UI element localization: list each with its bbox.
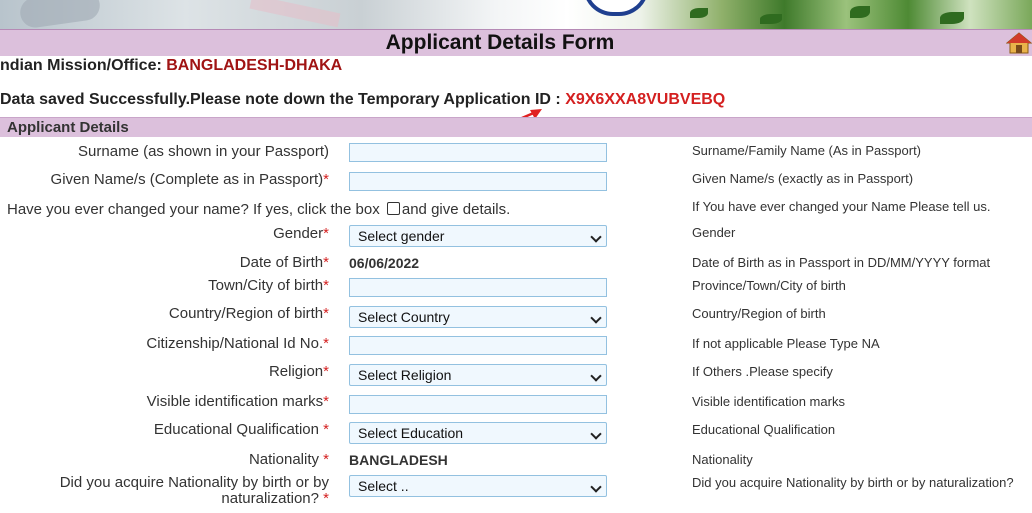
nationality-label-text: Nationality [248, 451, 324, 468]
country-select[interactable]: Select Country [349, 306, 607, 328]
leaf-graphic [940, 12, 964, 24]
mission-value: BANGLADESH-DHAKA [166, 57, 343, 74]
leaf-graphic [760, 14, 782, 24]
given-name-help: Given Name/s (exactly as in Passport) [692, 171, 914, 186]
nationality-help: Nationality [692, 452, 753, 467]
required-marker: * [323, 421, 329, 438]
country-help: Country/Region of birth [692, 306, 826, 321]
acquire-select[interactable]: Select .. [349, 475, 607, 497]
section-title: Applicant Details [7, 119, 129, 136]
citizenship-help: If not applicable Please Type NA [692, 336, 880, 351]
nationality-value: BANGLADESH [349, 452, 448, 468]
required-marker: * [323, 393, 329, 410]
given-name-input[interactable] [349, 172, 607, 191]
citizenship-label: Citizenship/National Id No.* [146, 335, 329, 353]
header-banner [0, 0, 1032, 29]
surname-label: Surname (as shown in your Passport) [78, 143, 329, 161]
dob-label: Date of Birth* [240, 254, 329, 272]
marks-help: Visible identification marks [692, 394, 845, 409]
gender-select-value: Select gender [358, 228, 445, 244]
given-name-label: Given Name/s (Complete as in Passport)* [51, 171, 329, 189]
acquire-label-line1: Did you acquire Nationality by birth or … [59, 474, 329, 491]
changed-name-text-after: and give details. [401, 201, 511, 218]
town-label-text: Town/City of birth [208, 277, 324, 294]
citizenship-input[interactable] [349, 336, 607, 355]
education-help: Educational Qualification [692, 422, 836, 437]
home-icon[interactable] [1005, 32, 1032, 54]
saved-message: Data saved Successfully.Please note down… [0, 91, 566, 108]
education-label-text: Educational Qualification [153, 421, 324, 438]
nationality-label: Nationality * [249, 451, 329, 469]
required-marker: * [323, 335, 329, 352]
required-marker: * [323, 490, 329, 507]
country-label-text: Country/Region of birth [168, 305, 324, 322]
given-name-label-text: Given Name/s (Complete as in Passport) [50, 171, 324, 188]
surname-help: Surname/Family Name (As in Passport) [692, 143, 922, 158]
religion-select[interactable]: Select Religion [349, 364, 607, 386]
gender-label: Gender* [273, 225, 329, 243]
required-marker: * [323, 277, 329, 294]
chevron-down-icon [590, 370, 602, 382]
religion-help: If Others .Please specify [692, 364, 833, 379]
religion-label-text: Religion [268, 363, 324, 380]
gender-select[interactable]: Select gender [349, 225, 607, 247]
education-label: Educational Qualification * [154, 421, 329, 439]
leaf-graphic [690, 8, 708, 18]
dob-label-text: Date of Birth [239, 254, 324, 271]
education-select-value: Select Education [358, 425, 464, 441]
dob-value: 06/06/2022 [349, 255, 420, 271]
gender-help: Gender [692, 225, 736, 240]
required-marker: * [323, 225, 329, 242]
changed-name-help: If You have ever changed your Name Pleas… [692, 199, 991, 214]
country-select-value: Select Country [358, 309, 450, 325]
banner-band-graphic [249, 0, 341, 28]
section-header: Applicant Details [0, 117, 1032, 137]
acquire-label-second: naturalization? * [221, 490, 329, 508]
religion-select-value: Select Religion [358, 367, 452, 383]
application-id: X9X6XXA8VUBVEBQ [565, 91, 726, 108]
chevron-down-icon [590, 231, 602, 243]
religion-label: Religion* [269, 363, 329, 381]
town-help: Province/Town/City of birth [692, 278, 846, 293]
chevron-down-icon [590, 312, 602, 324]
changed-name-text: Have you ever changed your name? If yes,… [7, 201, 384, 218]
chevron-down-icon [590, 481, 602, 493]
changed-name-checkbox[interactable] [386, 202, 400, 215]
acquire-help: Did you acquire Nationality by birth or … [692, 475, 1014, 490]
town-input[interactable] [349, 278, 607, 297]
required-marker: * [323, 305, 329, 322]
surname-input[interactable] [349, 143, 607, 162]
required-marker: * [323, 254, 329, 271]
mission-label: ndian Mission/Office: [0, 57, 167, 74]
acquire-label-line2: naturalization? [221, 490, 324, 507]
acquire-select-value: Select .. [358, 478, 409, 494]
education-select[interactable]: Select Education [349, 422, 607, 444]
country-label: Country/Region of birth* [169, 305, 329, 323]
required-marker: * [323, 451, 329, 468]
marks-input[interactable] [349, 395, 607, 414]
required-marker: * [323, 363, 329, 380]
banner-stamp-graphic [18, 0, 102, 29]
save-confirmation: Data saved Successfully.Please note down… [0, 90, 725, 110]
required-marker: * [323, 171, 329, 188]
citizenship-label-text: Citizenship/National Id No. [146, 335, 324, 352]
changed-name-row: Have you ever changed your name? If yes,… [7, 201, 510, 219]
leaf-graphic [850, 6, 870, 18]
emblem-logo [583, 0, 649, 16]
marks-label-text: Visible identification marks [146, 393, 324, 410]
page-title: Applicant Details Form [385, 31, 615, 54]
mission-info: ndian Mission/Office: BANGLADESH-DHAKA [0, 56, 342, 76]
marks-label: Visible identification marks* [147, 393, 329, 411]
dob-help: Date of Birth as in Passport in DD/MM/YY… [692, 255, 991, 270]
town-label: Town/City of birth* [208, 277, 329, 295]
chevron-down-icon [590, 428, 602, 440]
surname-label-text: Surname (as shown in your Passport) [78, 143, 329, 160]
gender-label-text: Gender [273, 225, 324, 242]
